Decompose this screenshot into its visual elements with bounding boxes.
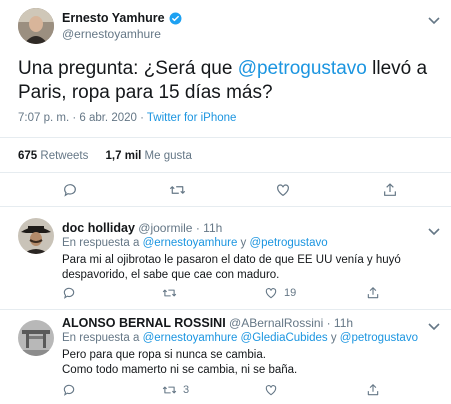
reply-context: En respuesta a @ernestoyamhure @GlediaCu…: [62, 332, 418, 344]
mention-link[interactable]: @petrogustavo: [340, 332, 418, 344]
share-icon: [366, 286, 380, 300]
retweet-button[interactable]: 3: [162, 383, 189, 397]
share-icon: [366, 383, 380, 397]
reply-text: Pero para que ropa si nunca se cambia. C…: [62, 349, 298, 376]
likes-stat[interactable]: 1,7 mil Me gusta: [106, 150, 192, 162]
mention-link[interactable]: @GlediaCubides: [241, 332, 328, 344]
divider: [0, 137, 451, 138]
chevron-down-icon[interactable]: [428, 223, 440, 241]
heart-icon: [264, 286, 278, 300]
retweet-button[interactable]: [162, 286, 183, 300]
reply-icon: [62, 286, 76, 300]
reply-icon: [62, 383, 76, 397]
retweet-icon: [162, 383, 177, 397]
retweets-stat[interactable]: 675 Retweets: [18, 150, 88, 162]
reply-icon: [62, 182, 78, 198]
like-button[interactable]: [275, 182, 291, 198]
reply-button[interactable]: [62, 182, 78, 198]
retweet-count: 3: [183, 384, 190, 396]
heart-icon: [264, 383, 278, 397]
reply-author-name[interactable]: ALONSO BERNAL ROSSINI: [62, 316, 226, 330]
mention-link[interactable]: @ernestoyamhure: [143, 237, 238, 249]
reply-time[interactable]: · 11h: [196, 221, 222, 235]
share-icon: [382, 182, 398, 198]
reply-button[interactable]: [62, 286, 76, 300]
author-handle[interactable]: @ernestoyamhure: [62, 27, 161, 41]
author-avatar[interactable]: [18, 8, 54, 44]
divider: [0, 309, 451, 310]
share-button[interactable]: [366, 286, 380, 300]
divider: [0, 172, 451, 173]
like-count: 19: [284, 287, 297, 299]
retweet-icon: [162, 286, 177, 300]
reply-avatar[interactable]: [18, 320, 54, 356]
divider: [0, 206, 451, 207]
reply-text: Para mi al ojibrotao le pasaron el dato …: [62, 254, 401, 281]
mention-link[interactable]: @petrogustavo: [238, 58, 367, 79]
retweet-icon: [169, 182, 186, 198]
share-button[interactable]: [382, 182, 398, 198]
share-button[interactable]: [366, 383, 380, 397]
reply-author-handle[interactable]: @ABernalRossini: [229, 316, 323, 330]
tweet-text: Una pregunta: ¿Será que @petrogustavo ll…: [18, 58, 428, 103]
source-link[interactable]: Twitter for iPhone: [147, 112, 236, 124]
verified-badge-icon: [169, 12, 182, 25]
reply-author-handle[interactable]: @joormile: [138, 221, 192, 235]
tweet-timestamp: 7:07 p. m. · 6 abr. 2020 · Twitter for i…: [18, 112, 237, 124]
engagement-stats: 675 Retweets 1,7 mil Me gusta: [18, 150, 192, 162]
like-button[interactable]: 19: [264, 286, 296, 300]
reply-button[interactable]: [62, 383, 76, 397]
chevron-down-icon[interactable]: [428, 12, 440, 30]
heart-icon: [275, 182, 291, 198]
reply-context: En respuesta a @ernestoyamhure y @petrog…: [62, 237, 328, 249]
reply-time[interactable]: · 11h: [327, 316, 353, 330]
retweet-button[interactable]: [169, 182, 186, 198]
reply-author-name[interactable]: doc holliday: [62, 221, 135, 235]
mention-link[interactable]: @petrogustavo: [249, 237, 327, 249]
like-button[interactable]: [264, 383, 284, 397]
mention-link[interactable]: @ernestoyamhure: [143, 332, 238, 344]
chevron-down-icon[interactable]: [428, 318, 440, 336]
author-name[interactable]: Ernesto Yamhure: [62, 11, 165, 25]
reply-avatar[interactable]: [18, 218, 54, 254]
